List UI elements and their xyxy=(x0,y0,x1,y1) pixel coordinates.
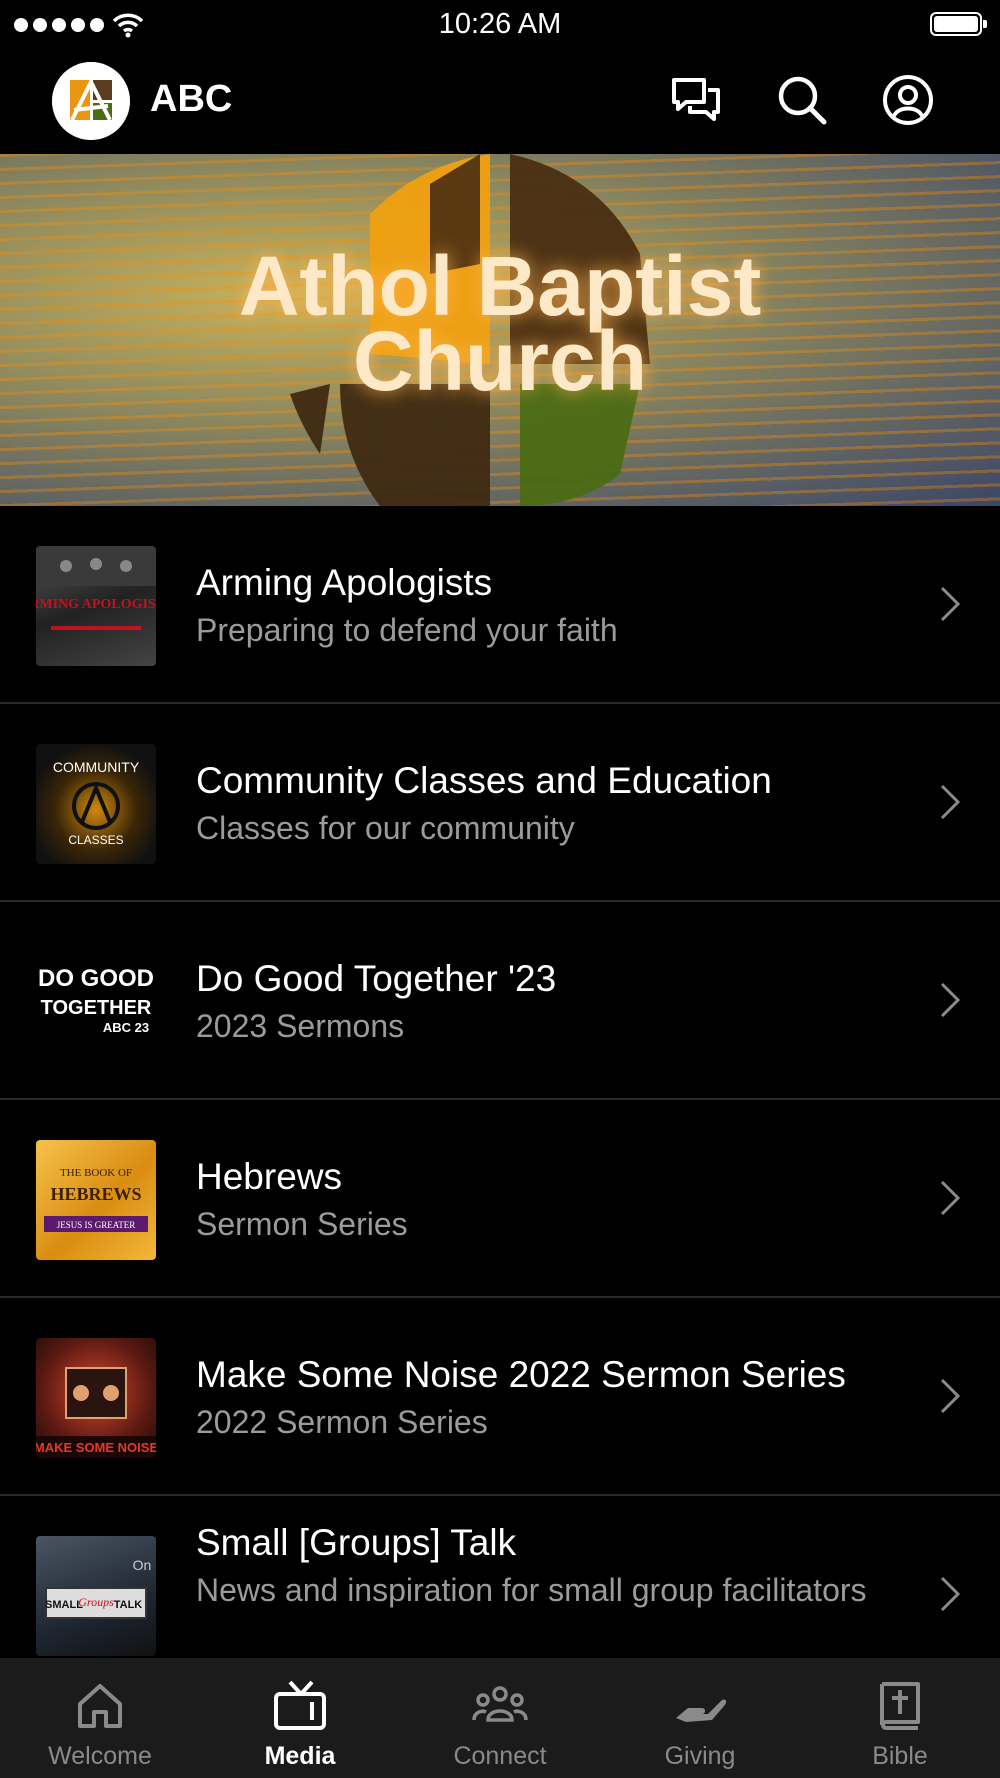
home-icon xyxy=(78,1684,122,1728)
list-item-do-good-together[interactable]: DO GOOD TOGETHER ABC 23 Do Good Together… xyxy=(0,902,1000,1100)
tab-label: Bible xyxy=(872,1742,928,1770)
tab-label: Welcome xyxy=(48,1742,152,1770)
list-item-subtitle: News and inspiration for small group fac… xyxy=(196,1572,867,1608)
profile-button[interactable] xyxy=(880,72,936,128)
list-item-title: Arming Apologists xyxy=(196,562,493,603)
svg-text:COMMUNITY: COMMUNITY xyxy=(53,759,140,775)
series-thumbnail: ARMING APOLOGISTS xyxy=(36,546,156,666)
svg-text:JESUS IS GREATER: JESUS IS GREATER xyxy=(57,1220,136,1230)
app-header: ABC xyxy=(0,50,1000,154)
svg-text:TALK: TALK xyxy=(114,1599,143,1611)
svg-text:Groups: Groups xyxy=(78,1595,114,1609)
chevron-right-icon xyxy=(940,1180,961,1216)
battery-icon xyxy=(930,12,987,36)
svg-text:ARMING APOLOGISTS: ARMING APOLOGISTS xyxy=(36,597,156,612)
list-item-subtitle: Classes for our community xyxy=(196,810,575,846)
list-item-title: Community Classes and Education xyxy=(196,760,772,801)
svg-text:THE BOOK OF: THE BOOK OF xyxy=(60,1167,132,1179)
svg-text:ABC 23: ABC 23 xyxy=(103,1020,149,1035)
svg-text:MAKE SOME NOISE: MAKE SOME NOISE xyxy=(36,1440,156,1455)
tab-welcome[interactable]: Welcome xyxy=(0,1658,200,1778)
tab-label: Media xyxy=(264,1742,336,1770)
status-time: 10:26 AM xyxy=(438,8,562,40)
list-item-title: Do Good Together '23 xyxy=(196,958,557,999)
list-item-title: Small [Groups] Talk xyxy=(196,1522,517,1563)
banner-title-line2: Church xyxy=(353,314,647,408)
bottom-tab-bar: Welcome Media Connect Giving Bible xyxy=(0,1658,1000,1778)
tab-label: Connect xyxy=(453,1742,547,1770)
list-item-subtitle: 2023 Sermons xyxy=(196,1008,405,1044)
svg-text:TOGETHER: TOGETHER xyxy=(41,997,152,1019)
church-banner: Athol Baptist Church xyxy=(0,154,1000,506)
list-item-title: Make Some Noise 2022 Sermon Series xyxy=(196,1354,846,1395)
bible-icon xyxy=(880,1682,920,1730)
list-item-arming-apologists[interactable]: ARMING APOLOGISTS Arming Apologists Prep… xyxy=(0,506,1000,704)
people-icon xyxy=(472,1686,528,1722)
app-title: ABC xyxy=(150,78,233,120)
status-bar: 10:26 AM xyxy=(0,0,1000,50)
chat-button[interactable] xyxy=(668,72,724,128)
search-icon xyxy=(778,76,827,125)
series-thumbnail: SMALL Groups TALK On xyxy=(36,1536,156,1656)
chevron-right-icon xyxy=(940,586,961,622)
list-item-hebrews[interactable]: THE BOOK OF HEBREWS JESUS IS GREATER Heb… xyxy=(0,1100,1000,1298)
svg-text:DO GOOD: DO GOOD xyxy=(38,965,154,992)
list-item-make-some-noise[interactable]: MAKE SOME NOISE Make Some Noise 2022 Ser… xyxy=(0,1298,1000,1496)
list-item-title: Hebrews xyxy=(196,1156,342,1197)
list-item-subtitle: 2022 Sermon Series xyxy=(196,1404,488,1440)
svg-text:On: On xyxy=(133,1557,152,1573)
series-thumbnail: DO GOOD TOGETHER ABC 23 xyxy=(36,942,156,1062)
series-thumbnail: MAKE SOME NOISE xyxy=(36,1338,156,1458)
chat-icon xyxy=(672,78,720,121)
series-thumbnail: COMMUNITY CLASSES xyxy=(36,744,156,864)
tab-connect[interactable]: Connect xyxy=(400,1658,600,1778)
tab-bible[interactable]: Bible xyxy=(800,1658,1000,1778)
church-logo-icon xyxy=(52,62,130,140)
tv-icon xyxy=(274,1680,326,1730)
media-series-list: ARMING APOLOGISTS Arming Apologists Prep… xyxy=(0,506,1000,1694)
list-item-subtitle: Sermon Series xyxy=(196,1206,408,1242)
giving-hand-icon xyxy=(676,1699,727,1722)
chevron-right-icon xyxy=(940,982,961,1018)
chevron-right-icon xyxy=(940,1576,961,1612)
svg-text:CLASSES: CLASSES xyxy=(68,833,123,847)
search-button[interactable] xyxy=(774,72,830,128)
list-item-community-classes[interactable]: COMMUNITY CLASSES Community Classes and … xyxy=(0,704,1000,902)
tab-giving[interactable]: Giving xyxy=(600,1658,800,1778)
tab-label: Giving xyxy=(664,1742,736,1770)
list-item-subtitle: Preparing to defend your faith xyxy=(196,612,618,648)
profile-icon xyxy=(883,75,933,125)
church-logo[interactable] xyxy=(52,62,130,140)
svg-text:HEBREWS: HEBREWS xyxy=(50,1184,141,1204)
chevron-right-icon xyxy=(940,784,961,820)
chevron-right-icon xyxy=(940,1378,961,1414)
tab-media[interactable]: Media xyxy=(200,1658,400,1778)
series-thumbnail: THE BOOK OF HEBREWS JESUS IS GREATER xyxy=(36,1140,156,1260)
